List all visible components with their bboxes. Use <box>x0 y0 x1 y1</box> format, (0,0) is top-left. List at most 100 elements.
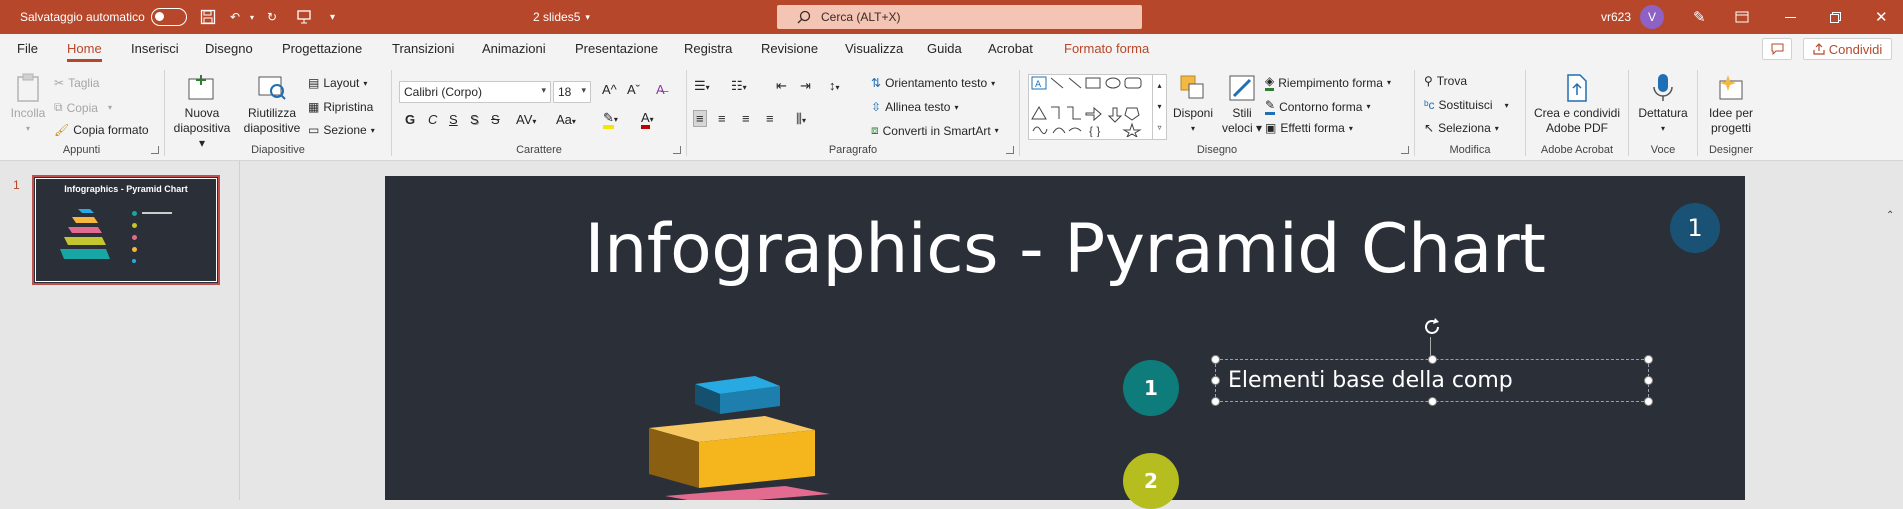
tab-progettazione[interactable]: Progettazione <box>282 41 362 56</box>
increase-indent-icon[interactable]: ⇥ <box>800 78 811 94</box>
comments-button[interactable] <box>1762 38 1792 60</box>
resize-handle[interactable] <box>1211 376 1220 385</box>
quick-styles-button[interactable]: Stili veloci ▾ <box>1219 72 1265 136</box>
item-circle-2[interactable]: 2 <box>1123 453 1179 509</box>
customize-toolbar-icon[interactable]: ▾ <box>330 0 335 34</box>
shape-fill-button[interactable]: ◈ Riempimento forma ▾ <box>1265 74 1391 91</box>
replace-button[interactable]: ᵇc Sostituisci ▾ <box>1424 98 1509 112</box>
cut-button[interactable]: ✂ Taglia <box>54 76 99 90</box>
tab-acrobat[interactable]: Acrobat <box>988 41 1033 56</box>
collapse-ribbon-icon[interactable]: ⌃ <box>1886 210 1894 221</box>
restore-icon[interactable] <box>1830 0 1841 34</box>
grow-font-button[interactable]: A^ <box>602 82 617 97</box>
pyramid-image[interactable] <box>645 376 905 500</box>
ribbon-display-icon[interactable] <box>1735 0 1749 34</box>
resize-handle[interactable] <box>1644 376 1653 385</box>
resize-handle[interactable] <box>1644 355 1653 364</box>
tab-revisione[interactable]: Revisione <box>761 41 818 56</box>
save-icon[interactable] <box>200 0 216 34</box>
shape-outline-button[interactable]: ✎ Contorno forma ▾ <box>1265 98 1370 115</box>
avatar[interactable]: V <box>1640 0 1664 34</box>
resize-handle[interactable] <box>1211 355 1220 364</box>
shrink-font-button[interactable]: Aˇ <box>627 82 640 97</box>
shadow-button[interactable]: S <box>470 112 479 127</box>
tab-formato-forma[interactable]: Formato forma <box>1064 41 1149 56</box>
slide-title[interactable]: Infographics - Pyramid Chart <box>385 210 1745 289</box>
redo-icon[interactable]: ↻ <box>267 0 277 34</box>
arrange-button[interactable]: Disponi ▾ <box>1171 72 1215 136</box>
username[interactable]: vr623 <box>1601 0 1631 34</box>
dialog-launcher-icon[interactable] <box>1006 146 1014 154</box>
highlight-button[interactable]: ✎▾ <box>603 110 618 129</box>
tab-presentazione[interactable]: Presentazione <box>575 41 658 56</box>
tab-visualizza[interactable]: Visualizza <box>845 41 903 56</box>
clear-formatting-icon[interactable]: A̶ <box>656 82 665 97</box>
align-right-icon[interactable]: ≡ <box>742 111 750 126</box>
tab-animazioni[interactable]: Animazioni <box>482 41 546 56</box>
columns-icon[interactable]: ⫼▾ <box>796 111 806 127</box>
tab-inserisci[interactable]: Inserisci <box>131 41 179 56</box>
underline-button[interactable]: S <box>449 112 458 127</box>
justify-icon[interactable]: ≡ <box>766 111 774 126</box>
selected-textbox[interactable]: Elementi base della comp <box>1211 355 1653 406</box>
align-center-icon[interactable]: ≡ <box>718 111 726 126</box>
font-color-button[interactable]: A▾ <box>641 110 654 129</box>
design-ideas-button[interactable]: Idee per progetti <box>1701 72 1761 136</box>
tab-home[interactable]: Home <box>67 41 102 62</box>
section-button[interactable]: ▭ Sezione ▾ <box>308 123 375 137</box>
create-pdf-button[interactable]: Crea e condividi Adobe PDF <box>1529 72 1625 136</box>
resize-handle[interactable] <box>1428 397 1437 406</box>
find-button[interactable]: ⚲ Trova <box>1424 74 1467 88</box>
autosave-group[interactable]: Salvataggio automatico <box>20 0 187 34</box>
bullets-icon[interactable]: ☰▾ <box>694 78 710 94</box>
italic-button[interactable]: C <box>428 112 437 127</box>
paste-button[interactable]: Incolla ▾ <box>8 72 48 136</box>
dialog-launcher-icon[interactable] <box>1401 146 1409 154</box>
align-text-button[interactable]: ⇳ Allinea testo ▾ <box>871 100 958 114</box>
slide-canvas[interactable]: Infographics - Pyramid Chart 1 <box>385 176 1745 500</box>
filename[interactable]: 2 slides5 ▾ <box>533 0 590 34</box>
tab-disegno[interactable]: Disegno <box>205 41 253 56</box>
copy-button[interactable]: ⧉ Copia ▾ <box>54 100 112 115</box>
new-slide-button[interactable]: Nuova diapositiva ▾ <box>172 72 232 151</box>
undo-icon[interactable]: ↶ <box>230 0 240 34</box>
smartart-button[interactable]: ⧈ Converti in SmartArt ▾ <box>871 123 999 138</box>
rotate-handle-icon[interactable] <box>1421 316 1443 338</box>
char-spacing-button[interactable]: AV▾ <box>516 112 536 127</box>
align-left-icon[interactable]: ≡ <box>693 110 707 127</box>
reset-button[interactable]: ▦ Ripristina <box>308 100 373 114</box>
font-size-combo[interactable]: 18 ▾ <box>553 81 591 103</box>
search-input[interactable]: Cerca (ALT+X) <box>777 5 1142 29</box>
bold-button[interactable]: G <box>405 112 415 127</box>
tab-transizioni[interactable]: Transizioni <box>392 41 454 56</box>
slide-thumbnail[interactable]: Infographics - Pyramid Chart <box>32 175 220 285</box>
change-case-button[interactable]: Aa▾ <box>556 112 576 127</box>
dialog-launcher-icon[interactable] <box>151 146 159 154</box>
resize-handle[interactable] <box>1644 397 1653 406</box>
numbering-icon[interactable]: ☷▾ <box>731 78 747 94</box>
line-spacing-icon[interactable]: ↕▾ <box>829 78 840 93</box>
minimize-icon[interactable] <box>1785 0 1796 34</box>
dictate-button[interactable]: Dettatura ▾ <box>1634 72 1692 136</box>
presentation-icon[interactable] <box>296 0 312 34</box>
textbox-text[interactable]: Elementi base della comp <box>1228 368 1513 393</box>
text-direction-button[interactable]: ⇅ Orientamento testo ▾ <box>871 76 995 90</box>
resize-handle[interactable] <box>1428 355 1437 364</box>
resize-handle[interactable] <box>1211 397 1220 406</box>
gallery-scroll[interactable]: ▴ ▾ ▿ <box>1152 75 1166 139</box>
layout-button[interactable]: ▤ Layout ▾ <box>308 76 367 90</box>
reuse-slides-button[interactable]: Riutilizza diapositive <box>242 72 302 136</box>
tab-registra[interactable]: Registra <box>684 41 732 56</box>
format-painter-button[interactable]: 🖌 Copia formato <box>54 123 149 137</box>
autosave-toggle[interactable] <box>150 8 187 26</box>
pen-icon[interactable]: ✎ <box>1693 0 1706 34</box>
shape-effects-button[interactable]: ▣ Effetti forma ▾ <box>1265 121 1353 135</box>
font-name-combo[interactable]: Calibri (Corpo) ▾ <box>399 81 551 103</box>
strikethrough-button[interactable]: S <box>491 112 500 127</box>
slide-number-badge[interactable]: 1 <box>1670 203 1720 253</box>
close-icon[interactable]: ✕ <box>1875 0 1888 34</box>
shapes-gallery[interactable]: A { } ▴ ▾ ▿ <box>1028 74 1167 140</box>
item-circle-1[interactable]: 1 <box>1123 360 1179 416</box>
select-button[interactable]: ↖ Seleziona ▾ <box>1424 121 1499 135</box>
share-button[interactable]: Condividi <box>1803 38 1892 60</box>
